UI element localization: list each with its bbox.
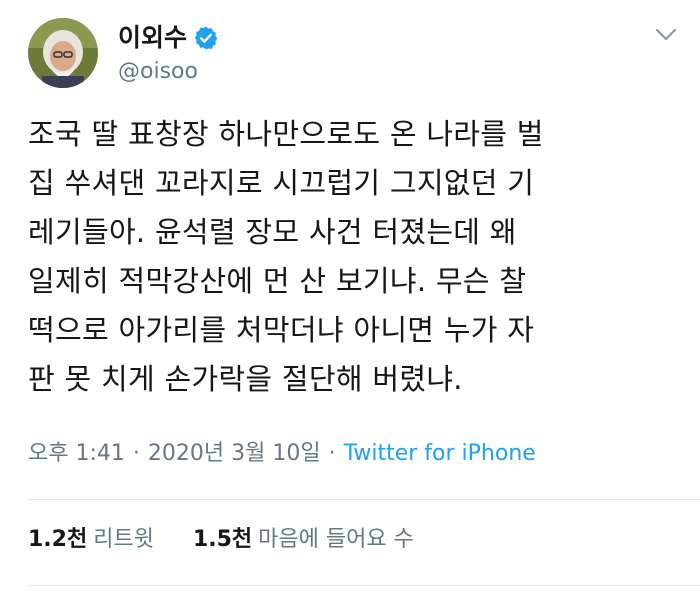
tweet-source-link[interactable]: Twitter for iPhone — [344, 441, 536, 466]
tweet-stats: 1.2천 리트윗 1.5천 마음에 들어요 수 — [28, 524, 414, 556]
likes-label: 마음에 들어요 수 — [258, 527, 414, 552]
tweet-meta: 오후 1:41 · 2020년 3월 10일 · Twitter for iPhone — [28, 437, 536, 471]
likes-count: 1.5천 — [192, 527, 253, 552]
chevron-down-icon[interactable] — [652, 24, 680, 44]
retweets-label: 리트윗 — [93, 527, 154, 552]
user-handle[interactable]: @oisoo — [118, 57, 198, 87]
likes-stat[interactable]: 1.5천 마음에 들어요 수 — [193, 524, 414, 556]
display-name-row[interactable]: 이외수 — [118, 22, 219, 54]
avatar-image — [28, 18, 98, 88]
avatar[interactable] — [28, 18, 98, 88]
verified-badge-icon — [194, 26, 218, 50]
meta-separator: · — [132, 441, 140, 466]
retweets-stat[interactable]: 1.2천 리트윗 — [28, 524, 154, 556]
divider — [28, 499, 700, 500]
meta-separator: · — [328, 441, 336, 466]
tweet-time[interactable]: 오후 1:41 — [28, 441, 125, 466]
divider — [28, 585, 700, 586]
tweet-text: 조국 딸 표창장 하나만으로도 온 나라를 벌 집 쑤셔댄 꼬라지로 시끄럽기 … — [28, 117, 544, 396]
retweets-count: 1.2천 — [28, 527, 88, 552]
tweet-date[interactable]: 2020년 3월 10일 — [148, 441, 321, 466]
display-name[interactable]: 이외수 — [118, 22, 187, 54]
